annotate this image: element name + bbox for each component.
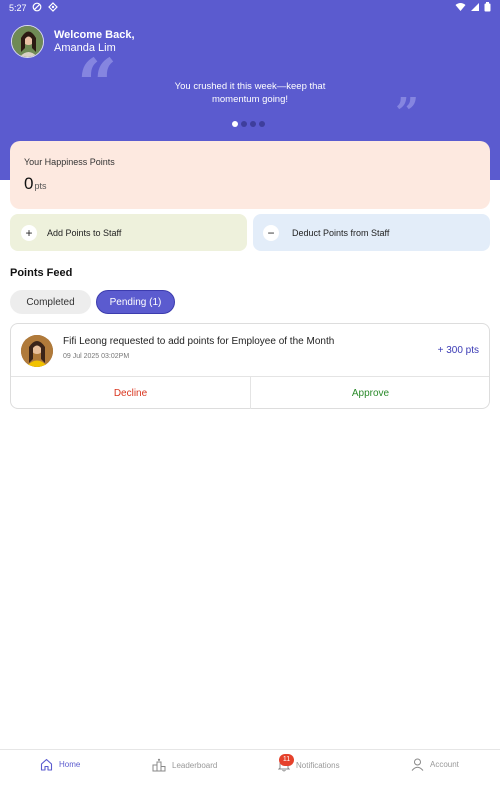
plus-icon: + (21, 224, 37, 241)
add-points-button[interactable]: + Add Points to Staff (10, 214, 247, 251)
do-not-disturb-icon (32, 2, 42, 12)
deduct-points-label: Deduct Points from Staff (292, 227, 390, 238)
carousel-dot[interactable] (232, 121, 238, 127)
wifi-icon (455, 3, 466, 11)
request-card: Fifi Leong requested to add points for E… (10, 323, 490, 409)
nav-account[interactable]: Account (411, 758, 459, 771)
quote-open-icon: “ (77, 43, 118, 126)
battery-icon (484, 2, 491, 12)
status-right-icons (455, 2, 491, 12)
nav-account-label: Account (430, 760, 459, 769)
tab-completed[interactable]: Completed (10, 290, 91, 314)
request-text: Fifi Leong requested to add points for E… (63, 336, 335, 347)
welcome-greeting: Welcome Back, (54, 29, 135, 41)
carousel-dot[interactable] (259, 121, 265, 127)
carousel-dot[interactable] (250, 121, 256, 127)
happiness-points-card: Your Happiness Points 0pts (10, 141, 490, 209)
requester-avatar-image (21, 335, 53, 367)
points-value: 0 (24, 174, 34, 193)
request-points: + 300 pts (437, 345, 479, 356)
request-date: 09 Jul 2025 03:02PM (63, 353, 130, 360)
approve-button[interactable]: Approve (251, 377, 490, 409)
status-bar: 5:27 (0, 0, 500, 16)
quote-close-icon: ” (395, 89, 420, 138)
leaderboard-icon (152, 758, 166, 772)
bottom-nav: Home Leaderboard Notifications Account (0, 749, 500, 786)
tab-pending[interactable]: Pending (1) (96, 290, 175, 314)
points-value-row: 0pts (24, 174, 46, 194)
signal-icon (471, 3, 479, 11)
home-icon (40, 758, 53, 771)
nav-leaderboard[interactable]: Leaderboard (152, 758, 217, 772)
points-unit: pts (34, 181, 47, 191)
carousel-dots[interactable] (232, 121, 265, 127)
carousel-dot[interactable] (241, 121, 247, 127)
user-icon (411, 758, 424, 771)
nav-home-label: Home (59, 760, 81, 769)
avatar[interactable] (11, 25, 44, 58)
add-points-label: Add Points to Staff (47, 227, 122, 238)
motivation-text: You crushed it this week—keep that momen… (174, 81, 326, 105)
deduct-points-button[interactable]: − Deduct Points from Staff (253, 214, 490, 251)
nav-notifications-label: Notifications (296, 760, 340, 770)
status-left-icons (32, 2, 58, 12)
nav-home[interactable]: Home (40, 758, 80, 771)
notification-badge: 11 (279, 754, 294, 766)
home-indicator (0, 787, 500, 800)
location-icon (48, 2, 58, 12)
avatar-image (12, 26, 43, 57)
requester-avatar (21, 335, 53, 367)
points-label: Your Happiness Points (24, 157, 115, 167)
decline-button[interactable]: Decline (11, 377, 250, 409)
minus-icon: − (263, 224, 279, 241)
points-feed-title: Points Feed (10, 267, 73, 279)
nav-leaderboard-label: Leaderboard (172, 760, 218, 770)
status-time: 5:27 (9, 3, 27, 13)
